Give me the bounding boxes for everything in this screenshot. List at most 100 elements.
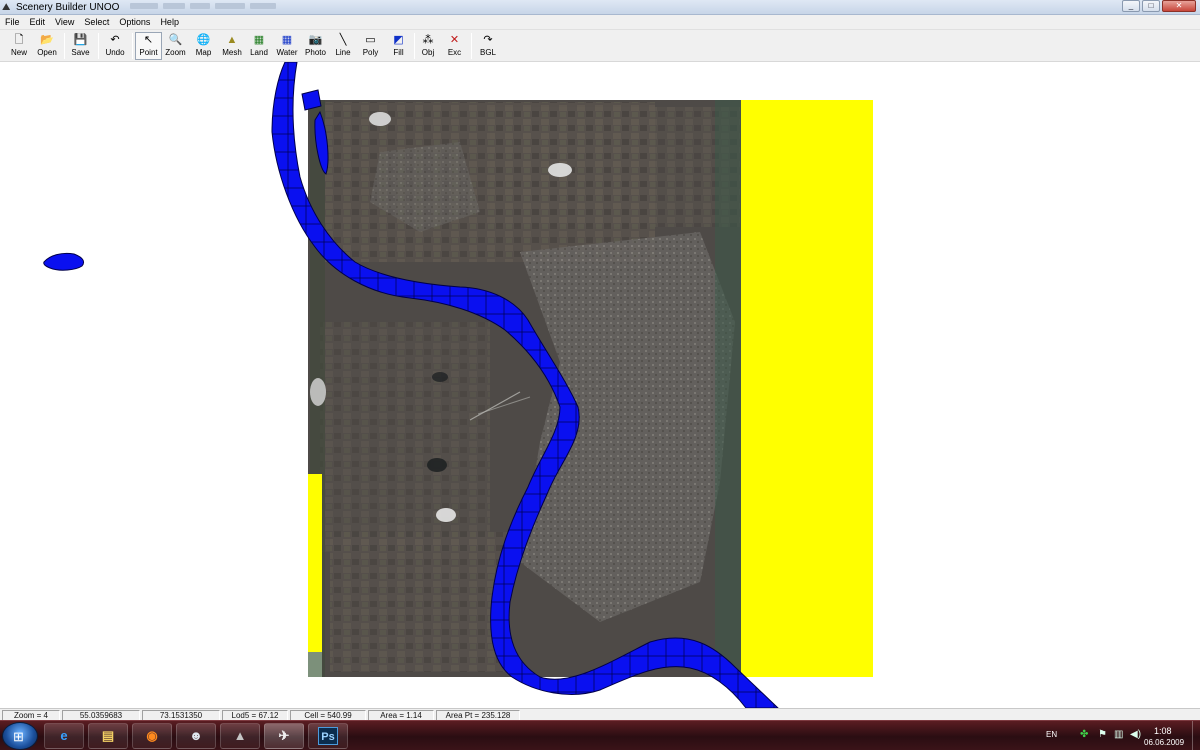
exclusion-area-left[interactable]	[308, 474, 322, 652]
ghost-tab	[163, 3, 185, 9]
save-button[interactable]: 💾 Save	[67, 32, 94, 60]
ghost-tab	[190, 3, 210, 9]
system-tray: EN ✤ ⚑ ▥ ◀) 1:08 06.06.2009	[1040, 721, 1200, 750]
minimize-button[interactable]: _	[1122, 0, 1140, 12]
line-button[interactable]: ╲ Line	[330, 32, 356, 60]
menu-select[interactable]: Select	[79, 15, 114, 29]
menu-edit[interactable]: Edit	[25, 15, 51, 29]
status-latitude: 55.0359683	[62, 710, 140, 720]
open-button[interactable]: 📂 Open	[33, 32, 61, 60]
water-button[interactable]: ▦ Water	[273, 32, 301, 60]
obj-button[interactable]: ⁂ Obj	[416, 32, 440, 60]
clock-date[interactable]: 06.06.2009	[1144, 738, 1184, 747]
language-indicator[interactable]: EN	[1046, 730, 1057, 739]
exclusion-area-right[interactable]	[741, 100, 873, 677]
pointer-arrow-icon: ↖	[143, 34, 154, 46]
status-lod: Lod5 = 67.12	[222, 710, 288, 720]
magnifier-icon: 🔍	[168, 34, 183, 46]
mesh-button[interactable]: ▲ Mesh	[218, 32, 246, 60]
toolbar-separator	[64, 33, 65, 59]
menu-help[interactable]: Help	[155, 15, 184, 29]
photo-scenery-tile	[308, 100, 741, 677]
firefox-icon[interactable]: ◉	[132, 723, 172, 749]
file-explorer-icon[interactable]: ▤	[88, 723, 128, 749]
title-bar[interactable]: ⛰ Scenery Builder UNOO _ □ ✕	[0, 0, 1200, 15]
bgl-button[interactable]: ↷ BGL	[474, 32, 502, 60]
fill-label: Fill	[393, 48, 404, 57]
water-class-icon: ▦	[281, 34, 293, 46]
menu-file[interactable]: File	[0, 15, 25, 29]
scenery-builder-window: ⛰ Scenery Builder UNOO _ □ ✕ File Edit V…	[0, 0, 1200, 750]
undo-label: Undo	[105, 48, 125, 57]
triangle-app-icon[interactable]: ▲	[220, 723, 260, 749]
undo-button[interactable]: ↶ Undo	[101, 32, 129, 60]
new-button[interactable]: 🗋 New	[6, 32, 32, 60]
globe-icon: 🌐	[196, 34, 211, 46]
map-button[interactable]: 🌐 Map	[190, 32, 217, 60]
poly-label: Poly	[362, 48, 379, 57]
toolbar-separator	[132, 33, 133, 59]
pond-polygon[interactable]	[43, 252, 85, 271]
window-title: Scenery Builder UNOO	[16, 2, 120, 13]
mesh-terrain-icon: ▲	[226, 34, 238, 46]
poly-button[interactable]: ▭ Poly	[357, 32, 384, 60]
exclude-x-icon: ✕	[449, 34, 460, 46]
network-app-icon[interactable]: ✤	[1080, 729, 1088, 741]
volume-icon[interactable]: ◀)	[1130, 729, 1141, 741]
exc-label: Exc	[447, 48, 462, 57]
point-label: Point	[139, 48, 158, 57]
open-label: Open	[37, 48, 57, 57]
camera-icon: 📷	[308, 34, 323, 46]
land-label: Land	[250, 48, 268, 57]
window-controls: _ □ ✕	[1120, 0, 1196, 14]
fill-tool-icon: ◩	[393, 34, 404, 46]
status-area-pt: Area Pt = 235.128	[436, 710, 520, 720]
photo-button[interactable]: 📷 Photo	[302, 32, 329, 60]
menu-bar: File Edit View Select Options Help	[0, 15, 1200, 30]
point-button[interactable]: ↖ Point	[135, 32, 162, 60]
exc-button[interactable]: ✕ Exc	[442, 32, 467, 60]
status-cell-size: Cell = 540.99	[290, 710, 366, 720]
windows-logo-icon: ⊞	[13, 729, 24, 744]
flight-simulator-icon[interactable]: ✈	[264, 723, 304, 749]
zoom-label: Zoom	[165, 48, 186, 57]
status-longitude: 73.1531350	[142, 710, 220, 720]
fill-button[interactable]: ◩ Fill	[385, 32, 412, 60]
lake-polygon[interactable]	[301, 89, 322, 111]
menu-options[interactable]: Options	[114, 15, 155, 29]
taskbar: ⊞ e ▤ ◉ ☻ ▲ ✈ Ps EN ✤ ⚑ ▥ ◀) 1:08 06.06.…	[0, 720, 1200, 750]
internet-explorer-icon[interactable]: e	[44, 723, 84, 749]
scenery-view[interactable]	[0, 62, 1200, 708]
ghost-tab	[215, 3, 245, 9]
photoshop-icon: Ps	[318, 727, 338, 745]
status-zoom: Zoom = 4	[2, 710, 60, 720]
app-icon: ⛰	[2, 2, 11, 13]
toolbar-separator	[98, 33, 99, 59]
new-file-icon: 🗋	[14, 34, 24, 46]
menu-view[interactable]: View	[50, 15, 79, 29]
maximize-button[interactable]: □	[1142, 0, 1160, 12]
flag-icon[interactable]: ⚑	[1098, 729, 1107, 741]
polygon-tool-icon: ▭	[365, 34, 376, 46]
photoshop-button[interactable]: Ps	[308, 723, 348, 749]
map-canvas[interactable]	[0, 62, 1200, 708]
land-button[interactable]: ▦ Land	[246, 32, 272, 60]
network-icon[interactable]: ▥	[1114, 729, 1123, 741]
clock-time[interactable]: 1:08	[1154, 726, 1172, 736]
open-folder-icon: 📂	[40, 34, 54, 46]
ghost-tab	[130, 3, 158, 9]
status-area: Area = 1.14	[368, 710, 434, 720]
zoom-button[interactable]: 🔍 Zoom	[162, 32, 189, 60]
save-disk-icon: 💾	[73, 34, 88, 46]
toolbar-separator	[414, 33, 415, 59]
compile-bgl-icon: ↷	[483, 34, 493, 46]
show-desktop-button[interactable]	[1192, 721, 1200, 750]
alien-app-icon[interactable]: ☻	[176, 723, 216, 749]
map-label: Map	[195, 48, 212, 57]
start-button[interactable]: ⊞	[2, 722, 38, 750]
close-button[interactable]: ✕	[1162, 0, 1196, 12]
photo-label: Photo	[305, 48, 326, 57]
object-nodes-icon: ⁂	[422, 34, 434, 46]
line-tool-icon: ╲	[339, 34, 347, 46]
bgl-label: BGL	[479, 48, 496, 57]
